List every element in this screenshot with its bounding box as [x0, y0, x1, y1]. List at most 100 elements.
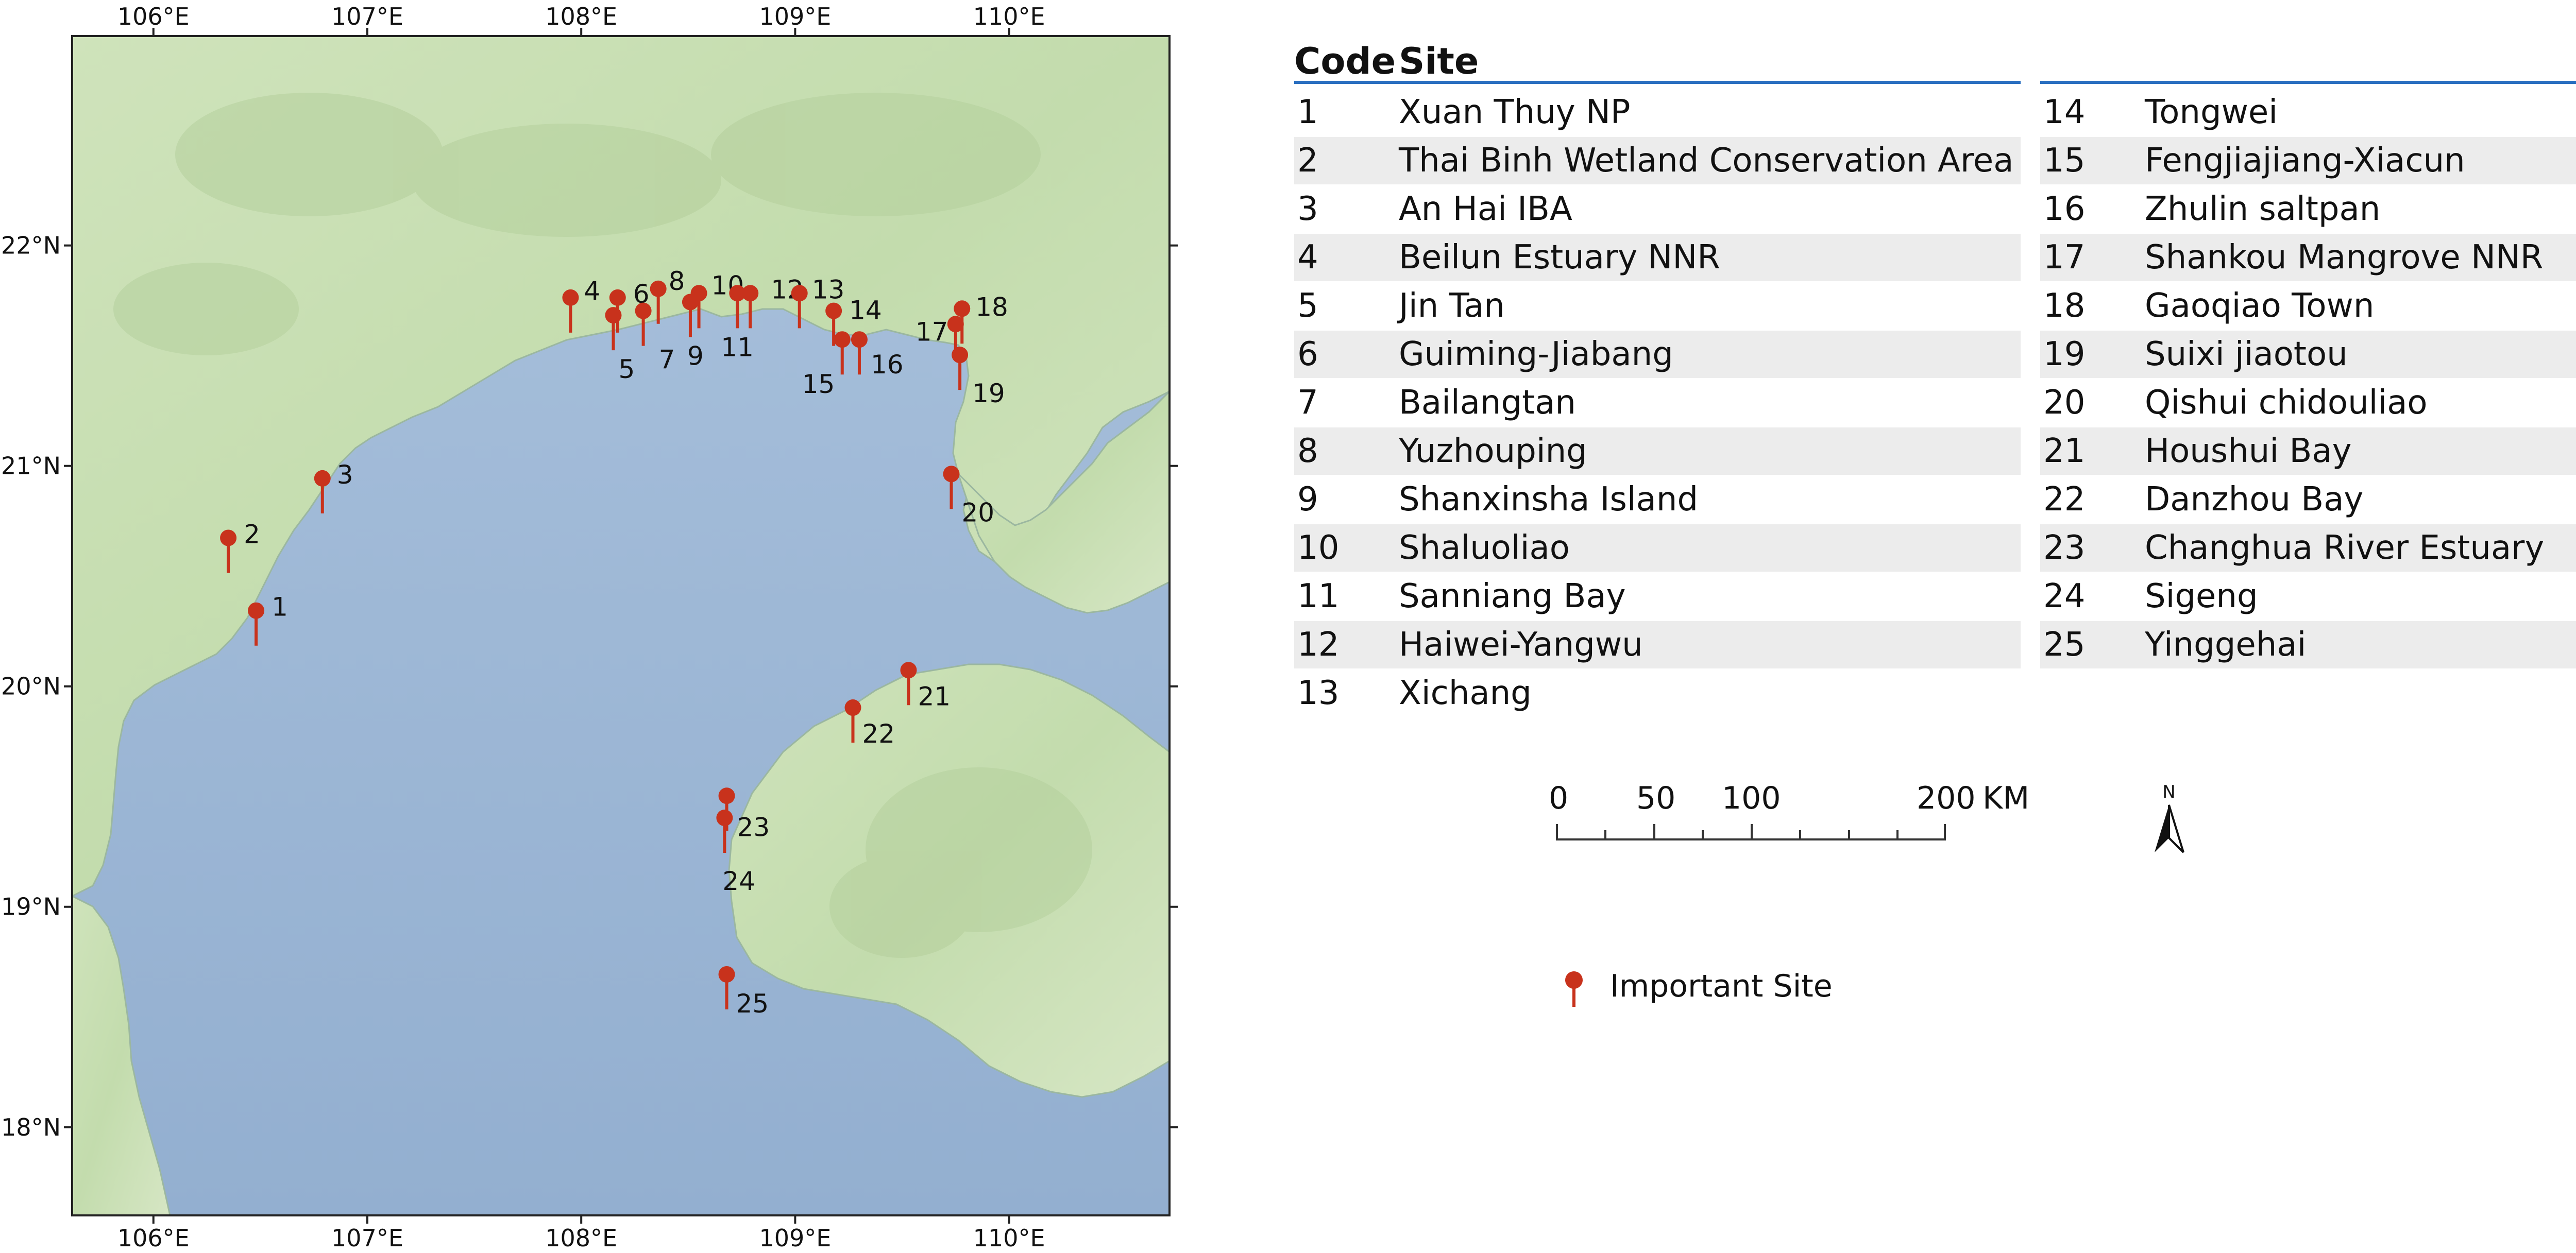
- row-code: 6: [1297, 335, 1318, 373]
- marker-pin-icon: [952, 347, 969, 364]
- legend-marker-icon: [1565, 971, 1583, 1007]
- table-row: 18 Gaoqiao Town: [2040, 282, 2576, 330]
- table-row: 12 Haiwei-Yangwu: [1294, 621, 2021, 668]
- marker-label: 13: [812, 274, 845, 304]
- table-row: 21 Houshui Bay: [2040, 427, 2576, 475]
- latitude-label: 20°N: [1, 673, 61, 700]
- row-code: 3: [1297, 190, 1318, 228]
- table-row: 16 Zhulin saltpan: [2040, 185, 2576, 233]
- row-site: Jin Tan: [1399, 287, 1505, 325]
- north-arrow-icon: N: [2155, 782, 2184, 853]
- marker-pin-icon: [954, 300, 971, 317]
- row-site: Shankou Mangrove NNR: [2145, 238, 2544, 277]
- latitude-label: 20°N: [1179, 673, 1180, 700]
- marker-pin-icon: [690, 285, 707, 302]
- table-rule-left: [1294, 81, 2021, 84]
- marker-pin-icon: [943, 466, 960, 483]
- map: 106°E 106°E 107°E 107°E 108°E 108°E 109°E 109°E…: [1, 3, 1180, 1252]
- row-code: 11: [1297, 577, 1340, 615]
- marker-label: 5: [618, 354, 635, 384]
- marker-label: 8: [669, 266, 685, 296]
- row-code: 24: [2043, 577, 2086, 615]
- row-site: Haiwei-Yangwu: [1399, 626, 1643, 664]
- row-code: 20: [2043, 384, 2086, 422]
- table-row: 10 Shaluoliao: [1294, 524, 2021, 572]
- table-row: 22 Danzhou Bay: [2040, 476, 2576, 523]
- row-site: Shanxinsha Island: [1399, 480, 1699, 519]
- longitude-label: 106°E: [117, 1224, 190, 1252]
- row-site: Yinggehai: [2145, 626, 2307, 664]
- marker-pin-icon: [314, 470, 331, 487]
- marker-pin-icon: [716, 810, 733, 827]
- scale-label-0: 0: [1549, 780, 1569, 816]
- row-code: 8: [1297, 432, 1318, 470]
- row-code: 7: [1297, 384, 1318, 422]
- marker-label: 9: [687, 341, 704, 371]
- latitude-label: 19°N: [1179, 893, 1180, 921]
- row-code: 18: [2043, 287, 2086, 325]
- marker-pin-icon: [844, 699, 861, 716]
- map-body: [72, 36, 1170, 1215]
- row-site: Sanniang Bay: [1399, 577, 1626, 615]
- marker-pin-icon: [650, 280, 667, 297]
- marker-label: 18: [975, 292, 1008, 322]
- row-site: Thai Binh Wetland Conservation Area: [1399, 142, 2014, 180]
- longitude-label: 108°E: [545, 3, 617, 30]
- marker-pin-icon: [248, 602, 265, 619]
- marker-pin-icon: [900, 662, 917, 679]
- table-row: 19 Suixi jiaotou: [2040, 331, 2576, 378]
- latitude-label: 21°N: [1, 452, 61, 480]
- table-row: 13 Xichang: [1294, 670, 2021, 717]
- latitude-label: 22°N: [1, 232, 61, 260]
- marker-label: 14: [849, 296, 882, 325]
- latitude-label: 18°N: [1179, 1113, 1180, 1141]
- table-row: 25 Yinggehai: [2040, 621, 2576, 668]
- row-site: Danzhou Bay: [2145, 480, 2364, 519]
- scale-label-200: 200: [1917, 780, 1976, 816]
- row-site: Suixi jiaotou: [2145, 335, 2348, 373]
- row-code: 9: [1297, 480, 1318, 519]
- row-site: Qishui chidouliao: [2145, 384, 2428, 422]
- longitude-label: 108°E: [545, 1224, 617, 1252]
- marker-label: 16: [871, 350, 904, 380]
- legend-label: Important Site: [1610, 968, 1833, 1004]
- marker-label: 21: [918, 681, 951, 711]
- table-row: 15 Fengjiajiang-Xiacun: [2040, 137, 2576, 184]
- latitude-label: 18°N: [1, 1113, 61, 1141]
- latitude-label: 19°N: [1, 893, 61, 921]
- row-site: Sigeng: [2145, 577, 2258, 615]
- marker-label: 19: [972, 379, 1005, 408]
- row-code: 2: [1297, 142, 1318, 180]
- marker-pin-icon: [718, 966, 735, 983]
- table-row: 7 Bailangtan: [1294, 379, 2021, 426]
- row-code: 12: [1297, 626, 1340, 664]
- marker-pin-icon: [220, 529, 237, 546]
- row-code: 15: [2043, 142, 2086, 180]
- header-site: Site: [1399, 40, 1479, 82]
- row-site: Xuan Thuy NP: [1399, 93, 1631, 131]
- marker-pin-icon: [851, 331, 868, 348]
- header-code: Code: [1294, 40, 1396, 82]
- latitude-label: 21°N: [1179, 452, 1180, 480]
- row-code: 22: [2043, 480, 2086, 519]
- marker-pin-icon: [742, 285, 759, 302]
- table-row: 23 Changhua River Estuary: [2040, 524, 2576, 572]
- marker-pin-icon: [834, 331, 851, 348]
- row-code: 21: [2043, 432, 2086, 470]
- longitude-label: 107°E: [331, 3, 403, 30]
- table-row: 6 Guiming-Jiabang: [1294, 331, 2021, 378]
- scale-unit: KM: [1982, 780, 2030, 816]
- table-row: 14 Tongwei: [2040, 89, 2576, 136]
- longitude-label: 110°E: [973, 1224, 1045, 1252]
- row-site: Yuzhouping: [1399, 432, 1587, 470]
- marker-pin-icon: [562, 289, 579, 306]
- scale-label-100: 100: [1722, 780, 1781, 816]
- table-row: 4 Beilun Estuary NNR: [1294, 234, 2021, 281]
- longitude-label: 107°E: [331, 1224, 403, 1252]
- marker-pin-icon: [609, 289, 626, 306]
- row-site: Houshui Bay: [2145, 432, 2352, 470]
- table-rule-right: [2040, 81, 2576, 84]
- row-code: 10: [1297, 529, 1340, 567]
- row-site: Gaoqiao Town: [2145, 287, 2375, 325]
- row-site: Shaluoliao: [1399, 529, 1570, 567]
